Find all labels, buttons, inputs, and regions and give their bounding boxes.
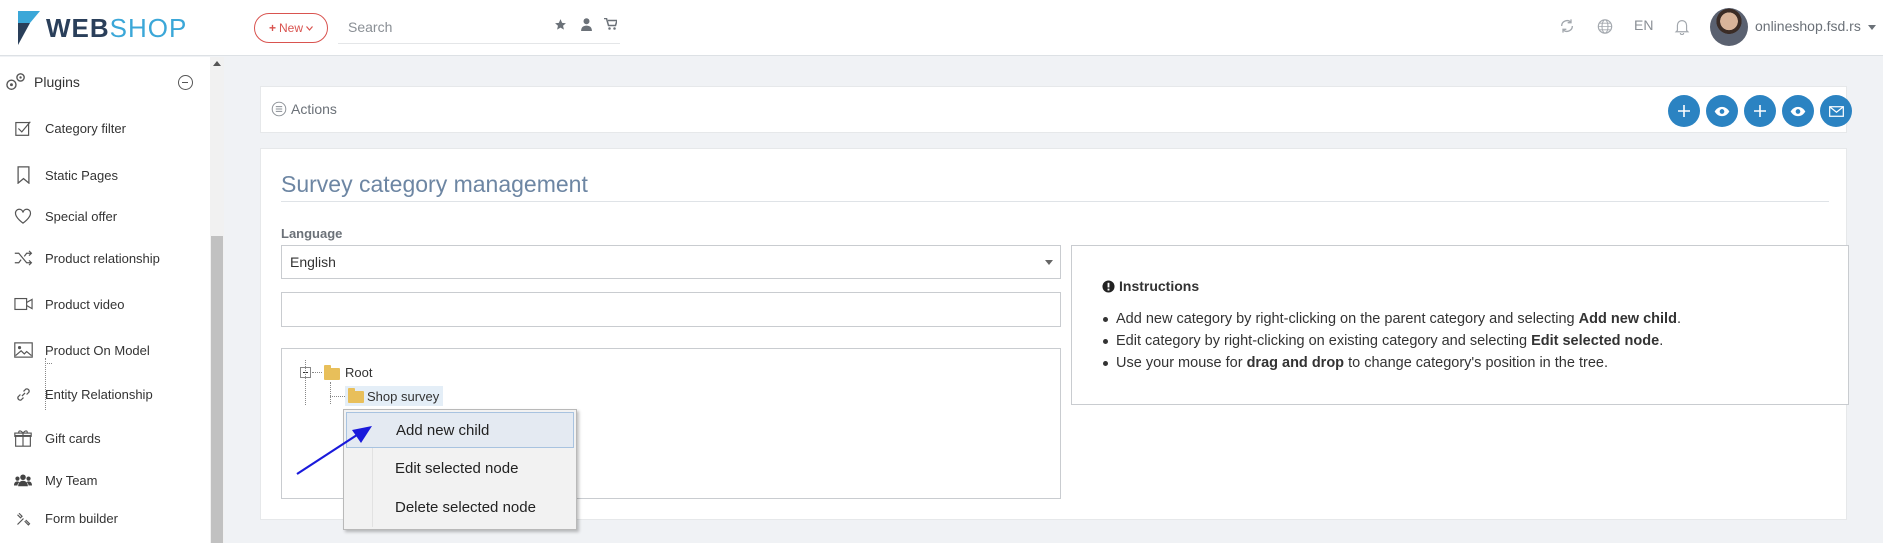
add-button-2[interactable] — [1744, 95, 1776, 127]
top-bar: WEBSHOP + New EN onlineshop.fsd.rs — [0, 0, 1883, 56]
tree-guide-line — [330, 396, 345, 397]
bell-icon[interactable] — [1674, 18, 1690, 35]
refresh-icon[interactable] — [1559, 18, 1575, 34]
sidebar-item-category-filter[interactable]: Category filter — [0, 113, 210, 143]
tree-guide-line — [45, 363, 52, 364]
webshop-logo[interactable]: WEBSHOP — [16, 6, 187, 50]
preview-button-1[interactable] — [1706, 95, 1738, 127]
users-icon — [13, 470, 33, 490]
context-menu: Add new child Edit selected node Delete … — [343, 409, 577, 530]
language-label: Language — [281, 226, 343, 241]
plus-icon: + — [268, 21, 276, 35]
tree-guide-line — [45, 358, 46, 410]
sidebar-item-static-pages[interactable]: Static Pages — [0, 160, 210, 190]
add-button-1[interactable] — [1668, 95, 1700, 127]
language-switcher[interactable]: EN — [1634, 17, 1653, 33]
menu-item-delete-selected-node[interactable]: Delete selected node — [346, 489, 574, 525]
link-icon — [13, 384, 33, 404]
instruction-item: Use your mouse for drag and drop to chan… — [1102, 352, 1681, 374]
instructions-list: Add new category by right-clicking on th… — [1102, 308, 1681, 374]
logo-text: WEBSHOP — [46, 12, 188, 43]
tree-guide-line — [312, 372, 322, 373]
scroll-up-arrow-icon[interactable] — [213, 61, 221, 66]
sidebar-scroll-thumb[interactable] — [211, 236, 223, 543]
eye-icon — [1714, 106, 1730, 116]
instruction-item: Add new category by right-clicking on th… — [1102, 308, 1681, 330]
envelope-icon — [1828, 105, 1844, 117]
tree-node-shop-survey[interactable]: Shop survey — [345, 386, 444, 406]
tree-search-input[interactable] — [281, 292, 1061, 327]
collapse-icon[interactable] — [178, 75, 193, 90]
list-circle-icon — [271, 101, 287, 117]
sidebar-item-product-on-model[interactable]: Product On Model — [0, 335, 210, 365]
gift-icon — [13, 428, 33, 448]
bookmark-icon — [13, 165, 33, 185]
chevron-down-icon — [306, 25, 313, 31]
language-select[interactable]: English — [281, 245, 1061, 279]
menu-item-add-new-child[interactable]: Add new child — [346, 412, 574, 448]
eye-icon — [1790, 106, 1806, 116]
sidebar-item-product-relationship[interactable]: Product relationship — [0, 243, 210, 273]
plus-icon — [1754, 105, 1766, 117]
user-icon[interactable] — [578, 16, 594, 32]
plus-icon — [1678, 105, 1690, 117]
title-divider — [281, 201, 1829, 202]
sidebar-section-plugins[interactable]: Plugins — [0, 67, 210, 97]
star-icon[interactable] — [552, 16, 568, 32]
exclamation-circle-icon — [1102, 279, 1115, 293]
page-title: Survey category management — [281, 171, 588, 197]
video-icon — [13, 294, 33, 314]
user-menu[interactable]: onlineshop.fsd.rs — [1755, 18, 1876, 34]
preview-button-2[interactable] — [1782, 95, 1814, 127]
heart-icon — [13, 206, 33, 226]
actions-menu[interactable]: Actions — [271, 101, 337, 117]
checkbox-icon — [13, 118, 33, 138]
logo-mark-icon — [18, 11, 40, 45]
sidebar-item-product-video[interactable]: Product video — [0, 289, 210, 319]
instruction-item: Edit category by right-clicking on exist… — [1102, 330, 1681, 352]
image-icon — [13, 340, 33, 360]
folder-icon — [324, 365, 340, 380]
search-input[interactable] — [338, 12, 528, 42]
new-button[interactable]: + New — [254, 13, 328, 43]
sidebar-item-entity-relationship[interactable]: Entity Relationship — [0, 379, 210, 409]
plugins-icon — [5, 72, 27, 95]
sidebar-item-special-offer[interactable]: Special offer — [0, 201, 210, 231]
tree-node-root[interactable]: Root — [345, 365, 372, 380]
caret-down-icon — [1867, 24, 1876, 30]
caret-down-icon — [1045, 260, 1053, 265]
shuffle-icon — [13, 248, 33, 268]
folder-icon — [348, 388, 364, 403]
instructions-title: Instructions — [1102, 278, 1199, 294]
tree-guide-line — [305, 360, 306, 405]
sidebar-item-my-team[interactable]: My Team — [0, 465, 210, 495]
instructions-box: Instructions Add new category by right-c… — [1071, 245, 1849, 405]
tools-icon — [13, 508, 33, 528]
avatar[interactable] — [1710, 8, 1748, 46]
sidebar-item-form-builder[interactable]: Form builder — [0, 503, 210, 533]
menu-item-edit-selected-node[interactable]: Edit selected node — [346, 450, 574, 486]
actions-bar: Actions — [260, 86, 1852, 133]
email-button[interactable] — [1820, 95, 1852, 127]
cart-icon[interactable] — [602, 16, 618, 32]
globe-icon[interactable] — [1597, 18, 1613, 34]
sidebar-item-gift-cards[interactable]: Gift cards — [0, 423, 210, 453]
tree-guide-line — [330, 382, 331, 404]
